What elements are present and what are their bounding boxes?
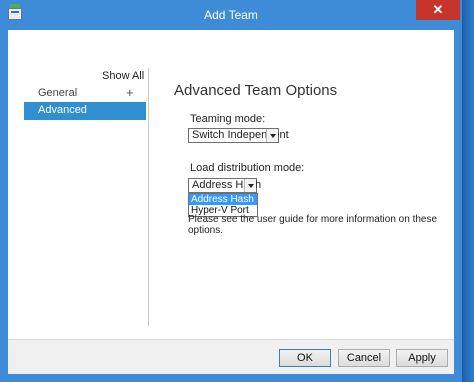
page-title: Advanced Team Options — [174, 82, 338, 99]
dialog-footer: OK Cancel Apply — [8, 339, 454, 374]
sidebar-item-label: Advanced — [38, 104, 87, 116]
close-icon: ✕ — [432, 2, 444, 17]
sidebar-item-label: General — [38, 87, 78, 99]
teaming-mode-label: Teaming mode: — [190, 113, 266, 125]
dropdown-option-address-hash[interactable]: Address Hash — [189, 194, 257, 205]
sidebar-item-general[interactable]: General + — [24, 85, 148, 102]
close-button[interactable]: ✕ — [416, 0, 460, 20]
title-bar[interactable]: Add Team ✕ — [0, 0, 462, 30]
info-text: Please see the user guide for more infor… — [188, 214, 438, 236]
desktop-background — [462, 0, 474, 382]
cancel-button[interactable]: Cancel — [338, 349, 390, 367]
sidebar-item-advanced[interactable]: Advanced — [24, 102, 146, 120]
chevron-down-icon[interactable] — [266, 129, 278, 142]
show-all-link[interactable]: Show All — [102, 70, 144, 82]
chevron-down-icon[interactable] — [244, 179, 256, 192]
dialog-body: Show All General + Advanced Advanced Tea… — [8, 30, 454, 374]
apply-button[interactable]: Apply — [396, 349, 448, 367]
window-title: Add Team — [204, 8, 258, 22]
ok-button[interactable]: OK — [279, 349, 331, 367]
sidebar: Show All General + Advanced — [24, 66, 148, 326]
teaming-mode-select[interactable]: Switch Independent — [188, 128, 289, 143]
load-distribution-select[interactable]: Address Hash — [188, 178, 261, 193]
add-team-window: Add Team ✕ Show All General + Advanced A… — [0, 0, 462, 382]
sidebar-divider — [148, 68, 149, 326]
load-distribution-label: Load distribution mode: — [190, 162, 305, 174]
expand-icon[interactable]: + — [126, 85, 134, 100]
